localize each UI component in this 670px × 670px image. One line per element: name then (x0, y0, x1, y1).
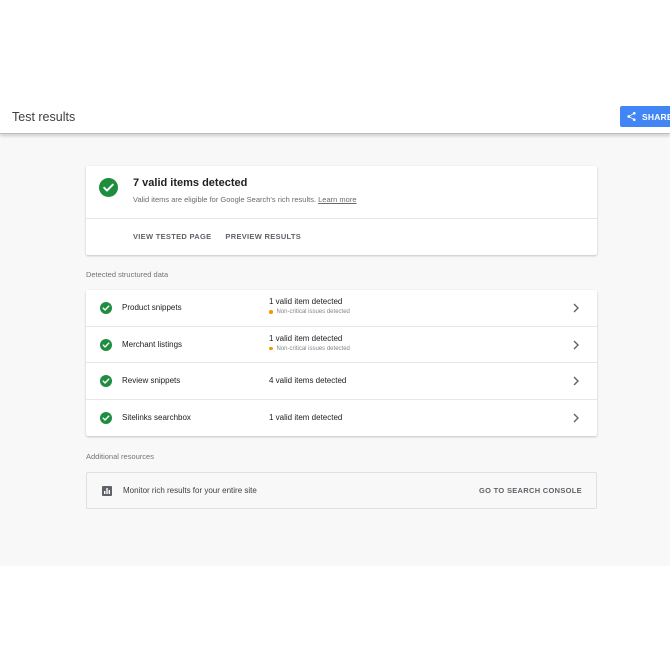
summary-card: 7 valid items detected Valid items are e… (86, 166, 597, 255)
resource-text: Monitor rich results for your entire sit… (123, 486, 257, 495)
detected-section-label: Detected structured data (86, 270, 169, 279)
summary-actions: VIEW TESTED PAGE PREVIEW RESULTS (133, 232, 301, 241)
summary-subtitle-text: Valid items are eligible for Google Sear… (133, 195, 317, 204)
item-status: 1 valid item detected (269, 333, 343, 343)
list-item-sitelinks-searchbox[interactable]: Sitelinks searchbox 1 valid item detecte… (86, 400, 597, 437)
item-status: 4 valid items detected (269, 376, 347, 385)
check-circle-icon (100, 411, 112, 424)
warning-dot-icon (269, 346, 273, 351)
item-name: Review snippets (122, 376, 181, 385)
chevron-right-icon (573, 340, 579, 349)
preview-results-button[interactable]: PREVIEW RESULTS (225, 232, 301, 241)
share-button[interactable]: SHARE (620, 106, 670, 127)
bar-chart-icon (102, 486, 112, 496)
item-status: 1 valid item detected (269, 412, 343, 422)
page-title: Test results (12, 110, 76, 124)
view-tested-page-button[interactable]: VIEW TESTED PAGE (133, 232, 211, 241)
warning-dot-icon (269, 310, 273, 314)
chevron-right-icon (573, 303, 579, 313)
check-circle-icon (99, 178, 118, 197)
item-warning: Non-critical issues detected (269, 309, 350, 315)
additional-section-label: Additional resources (86, 452, 154, 461)
detected-items-list: Product snippets 1 valid item detected N… (86, 290, 597, 436)
go-to-search-console-button[interactable]: GO TO SEARCH CONSOLE (479, 486, 582, 495)
item-name: Product snippets (122, 303, 182, 312)
divider (86, 218, 597, 219)
page: Test results SHARE 7 valid items detecte… (0, 0, 670, 670)
summary-subtitle: Valid items are eligible for Google Sear… (133, 195, 357, 204)
share-icon (627, 111, 636, 122)
item-warning-text: Non-critical issues detected (276, 345, 350, 352)
item-name: Merchant listings (122, 339, 183, 349)
main-content: 7 valid items detected Valid items are e… (0, 135, 670, 566)
check-circle-icon (100, 375, 112, 387)
summary-title: 7 valid items detected (133, 177, 248, 189)
item-warning: Non-critical issues detected (269, 346, 350, 352)
item-warning-text: Non-critical issues detected (276, 309, 350, 315)
check-circle-icon (100, 302, 112, 314)
resource-card: Monitor rich results for your entire sit… (86, 472, 597, 509)
share-label: SHARE (642, 111, 670, 122)
list-item-product-snippets[interactable]: Product snippets 1 valid item detected N… (86, 290, 597, 327)
chevron-right-icon (573, 376, 579, 386)
header-bar: Test results SHARE (0, 100, 670, 134)
item-name: Sitelinks searchbox (122, 412, 191, 422)
chevron-right-icon (573, 413, 579, 422)
list-item-review-snippets[interactable]: Review snippets 4 valid items detected (86, 363, 597, 400)
list-item-merchant-listings[interactable]: Merchant listings 1 valid item detected … (86, 327, 597, 363)
check-circle-icon (100, 338, 112, 351)
learn-more-link[interactable]: Learn more (318, 195, 356, 204)
item-status: 1 valid item detected (269, 297, 343, 306)
